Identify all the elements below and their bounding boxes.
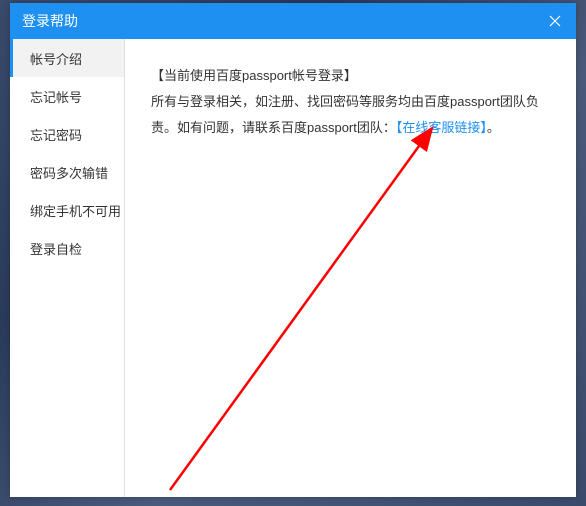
- sidebar-item-label: 密码多次输错: [30, 163, 108, 182]
- content-body: 所有与登录相关，如注册、找回密码等服务均由百度passport团队负责。如有问题…: [151, 89, 552, 141]
- sidebar-item-label: 登录自检: [30, 239, 82, 258]
- sidebar-item-label: 忘记帐号: [30, 87, 82, 106]
- sidebar-item-account-intro[interactable]: 帐号介绍: [10, 39, 124, 77]
- sidebar-item-label: 绑定手机不可用: [30, 201, 121, 220]
- sidebar-item-forgot-password[interactable]: 忘记密码: [10, 115, 124, 153]
- sidebar-item-login-selfcheck[interactable]: 登录自检: [10, 229, 124, 267]
- content-text-2: 。: [487, 120, 500, 135]
- online-service-link[interactable]: 【在线客服链接】: [396, 120, 487, 135]
- sidebar-item-phone-unavailable[interactable]: 绑定手机不可用: [10, 191, 124, 229]
- content-area: 【当前使用百度passport帐号登录】 所有与登录相关，如注册、找回密码等服务…: [125, 39, 576, 497]
- dialog-window: 登录帮助 帐号介绍 忘记帐号 忘记密码 密码多次输错 绑定手机不可用: [10, 3, 576, 497]
- window-body: 帐号介绍 忘记帐号 忘记密码 密码多次输错 绑定手机不可用 登录自检 【当前使用…: [10, 39, 576, 497]
- titlebar: 登录帮助: [10, 3, 576, 39]
- content-title: 【当前使用百度passport帐号登录】: [151, 63, 552, 89]
- sidebar-item-label: 忘记密码: [30, 125, 82, 144]
- close-icon: [549, 15, 561, 27]
- sidebar: 帐号介绍 忘记帐号 忘记密码 密码多次输错 绑定手机不可用 登录自检: [10, 39, 125, 497]
- close-button[interactable]: [534, 3, 576, 39]
- sidebar-item-wrong-password[interactable]: 密码多次输错: [10, 153, 124, 191]
- window-title: 登录帮助: [22, 11, 78, 31]
- sidebar-item-label: 帐号介绍: [30, 49, 82, 68]
- sidebar-item-forgot-account[interactable]: 忘记帐号: [10, 77, 124, 115]
